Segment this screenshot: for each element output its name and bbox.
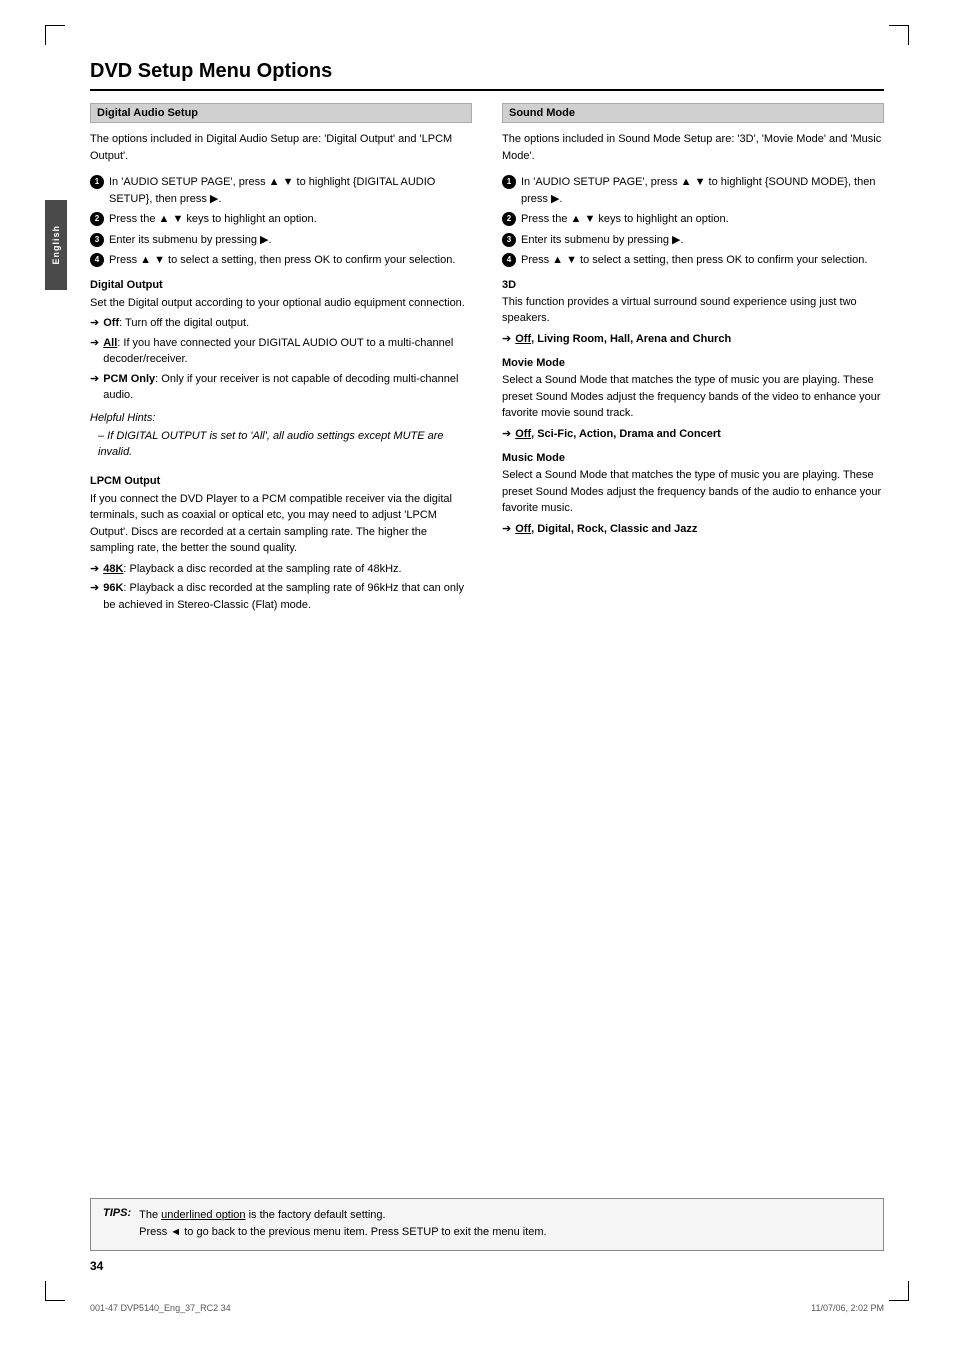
right-step-2-text: Press the ▲ ▼ keys to highlight an optio… bbox=[521, 211, 729, 228]
left-step-3-text: Enter its submenu by pressing ▶. bbox=[109, 232, 272, 249]
right-column: Sound Mode The options included in Sound… bbox=[502, 103, 884, 616]
lpcm-96k-text: 96K: Playback a disc recorded at the sam… bbox=[103, 580, 472, 613]
footer-right: 11/07/06, 2:02 PM bbox=[811, 1303, 884, 1313]
movie-mode-desc: Select a Sound Mode that matches the typ… bbox=[502, 372, 884, 422]
arrow-icon-7: ➔ bbox=[502, 426, 511, 443]
3d-heading: 3D bbox=[502, 279, 884, 291]
corner-mark-br bbox=[889, 1281, 909, 1301]
step-number-3: 3 bbox=[90, 233, 104, 247]
tips-line1: The underlined option is the factory def… bbox=[139, 1207, 546, 1225]
left-column: Digital Audio Setup The options included… bbox=[90, 103, 472, 616]
corner-mark-tl bbox=[45, 25, 65, 45]
footer-info: 001-47 DVP5140_Eng_37_RC2 34 11/07/06, 2… bbox=[90, 1303, 884, 1313]
digital-output-all-text: All: If you have connected your DIGITAL … bbox=[103, 335, 472, 368]
right-step-3-text: Enter its submenu by pressing ▶. bbox=[521, 232, 684, 249]
music-mode-options-text: Off, Digital, Rock, Classic and Jazz bbox=[515, 521, 697, 538]
digital-output-pcm: ➔ PCM Only: Only if your receiver is not… bbox=[90, 371, 472, 404]
right-step-number-1: 1 bbox=[502, 175, 516, 189]
lpcm-output-desc: If you connect the DVD Player to a PCM c… bbox=[90, 491, 472, 557]
arrow-icon-1: ➔ bbox=[90, 315, 99, 332]
helpful-hints-text: – If DIGITAL OUTPUT is set to 'All', all… bbox=[98, 428, 472, 461]
left-intro-text: The options included in Digital Audio Se… bbox=[90, 131, 472, 164]
arrow-icon-2: ➔ bbox=[90, 335, 99, 352]
right-section-header: Sound Mode bbox=[502, 103, 884, 123]
digital-output-pcm-text: PCM Only: Only if your receiver is not c… bbox=[103, 371, 472, 404]
left-step-2-text: Press the ▲ ▼ keys to highlight an optio… bbox=[109, 211, 317, 228]
digital-output-desc: Set the Digital output according to your… bbox=[90, 295, 472, 312]
page-title: DVD Setup Menu Options bbox=[90, 60, 884, 91]
content-columns: Digital Audio Setup The options included… bbox=[90, 103, 884, 616]
3d-desc: This function provides a virtual surroun… bbox=[502, 294, 884, 327]
left-steps-list: 1 In 'AUDIO SETUP PAGE', press ▲ ▼ to hi… bbox=[90, 174, 472, 269]
footer-left: 001-47 DVP5140_Eng_37_RC2 34 bbox=[90, 1303, 231, 1313]
left-step-1-text: In 'AUDIO SETUP PAGE', press ▲ ▼ to high… bbox=[109, 174, 472, 207]
right-step-2: 2 Press the ▲ ▼ keys to highlight an opt… bbox=[502, 211, 884, 228]
movie-mode-heading: Movie Mode bbox=[502, 357, 884, 369]
left-section-header: Digital Audio Setup bbox=[90, 103, 472, 123]
lpcm-48k-text: 48K: Playback a disc recorded at the sam… bbox=[103, 561, 401, 578]
right-step-4-text: Press ▲ ▼ to select a setting, then pres… bbox=[521, 252, 867, 269]
arrow-icon-5: ➔ bbox=[90, 580, 99, 597]
arrow-icon-8: ➔ bbox=[502, 521, 511, 538]
3d-options-text: Off, Living Room, Hall, Arena and Church bbox=[515, 331, 731, 348]
lpcm-output-heading: LPCM Output bbox=[90, 475, 472, 487]
music-mode-options: ➔ Off, Digital, Rock, Classic and Jazz bbox=[502, 521, 884, 538]
right-step-number-2: 2 bbox=[502, 212, 516, 226]
page-number: 34 bbox=[90, 1259, 103, 1273]
music-mode-desc: Select a Sound Mode that matches the typ… bbox=[502, 467, 884, 517]
digital-output-off-text: Off: Turn off the digital output. bbox=[103, 315, 249, 332]
3d-options: ➔ Off, Living Room, Hall, Arena and Chur… bbox=[502, 331, 884, 348]
right-intro-text: The options included in Sound Mode Setup… bbox=[502, 131, 884, 164]
lpcm-96k: ➔ 96K: Playback a disc recorded at the s… bbox=[90, 580, 472, 613]
left-step-2: 2 Press the ▲ ▼ keys to highlight an opt… bbox=[90, 211, 472, 228]
tips-box: TIPS: The underlined option is the facto… bbox=[90, 1198, 884, 1251]
arrow-icon-4: ➔ bbox=[90, 561, 99, 578]
left-step-1: 1 In 'AUDIO SETUP PAGE', press ▲ ▼ to hi… bbox=[90, 174, 472, 207]
right-step-4: 4 Press ▲ ▼ to select a setting, then pr… bbox=[502, 252, 884, 269]
step-number-4: 4 bbox=[90, 253, 104, 267]
tips-label: TIPS: bbox=[103, 1207, 131, 1219]
digital-output-heading: Digital Output bbox=[90, 279, 472, 291]
right-step-number-4: 4 bbox=[502, 253, 516, 267]
helpful-hints-label: Helpful Hints: bbox=[90, 412, 472, 424]
right-step-1-text: In 'AUDIO SETUP PAGE', press ▲ ▼ to high… bbox=[521, 174, 884, 207]
movie-mode-options: ➔ Off, Sci-Fic, Action, Drama and Concer… bbox=[502, 426, 884, 443]
language-tab: English bbox=[45, 200, 67, 290]
language-tab-label: English bbox=[51, 225, 61, 265]
tips-line2: Press ◄ to go back to the previous menu … bbox=[139, 1224, 546, 1242]
right-step-number-3: 3 bbox=[502, 233, 516, 247]
corner-mark-bl bbox=[45, 1281, 65, 1301]
tips-content: The underlined option is the factory def… bbox=[139, 1207, 546, 1242]
right-step-3: 3 Enter its submenu by pressing ▶. bbox=[502, 232, 884, 249]
left-step-4-text: Press ▲ ▼ to select a setting, then pres… bbox=[109, 252, 455, 269]
left-step-4: 4 Press ▲ ▼ to select a setting, then pr… bbox=[90, 252, 472, 269]
right-step-1: 1 In 'AUDIO SETUP PAGE', press ▲ ▼ to hi… bbox=[502, 174, 884, 207]
music-mode-heading: Music Mode bbox=[502, 452, 884, 464]
step-number-2: 2 bbox=[90, 212, 104, 226]
digital-output-all: ➔ All: If you have connected your DIGITA… bbox=[90, 335, 472, 368]
arrow-icon-6: ➔ bbox=[502, 331, 511, 348]
step-number-1: 1 bbox=[90, 175, 104, 189]
left-step-3: 3 Enter its submenu by pressing ▶. bbox=[90, 232, 472, 249]
arrow-icon-3: ➔ bbox=[90, 371, 99, 388]
right-steps-list: 1 In 'AUDIO SETUP PAGE', press ▲ ▼ to hi… bbox=[502, 174, 884, 269]
digital-output-off: ➔ Off: Turn off the digital output. bbox=[90, 315, 472, 332]
corner-mark-tr bbox=[889, 25, 909, 45]
movie-mode-options-text: Off, Sci-Fic, Action, Drama and Concert bbox=[515, 426, 721, 443]
lpcm-48k: ➔ 48K: Playback a disc recorded at the s… bbox=[90, 561, 472, 578]
